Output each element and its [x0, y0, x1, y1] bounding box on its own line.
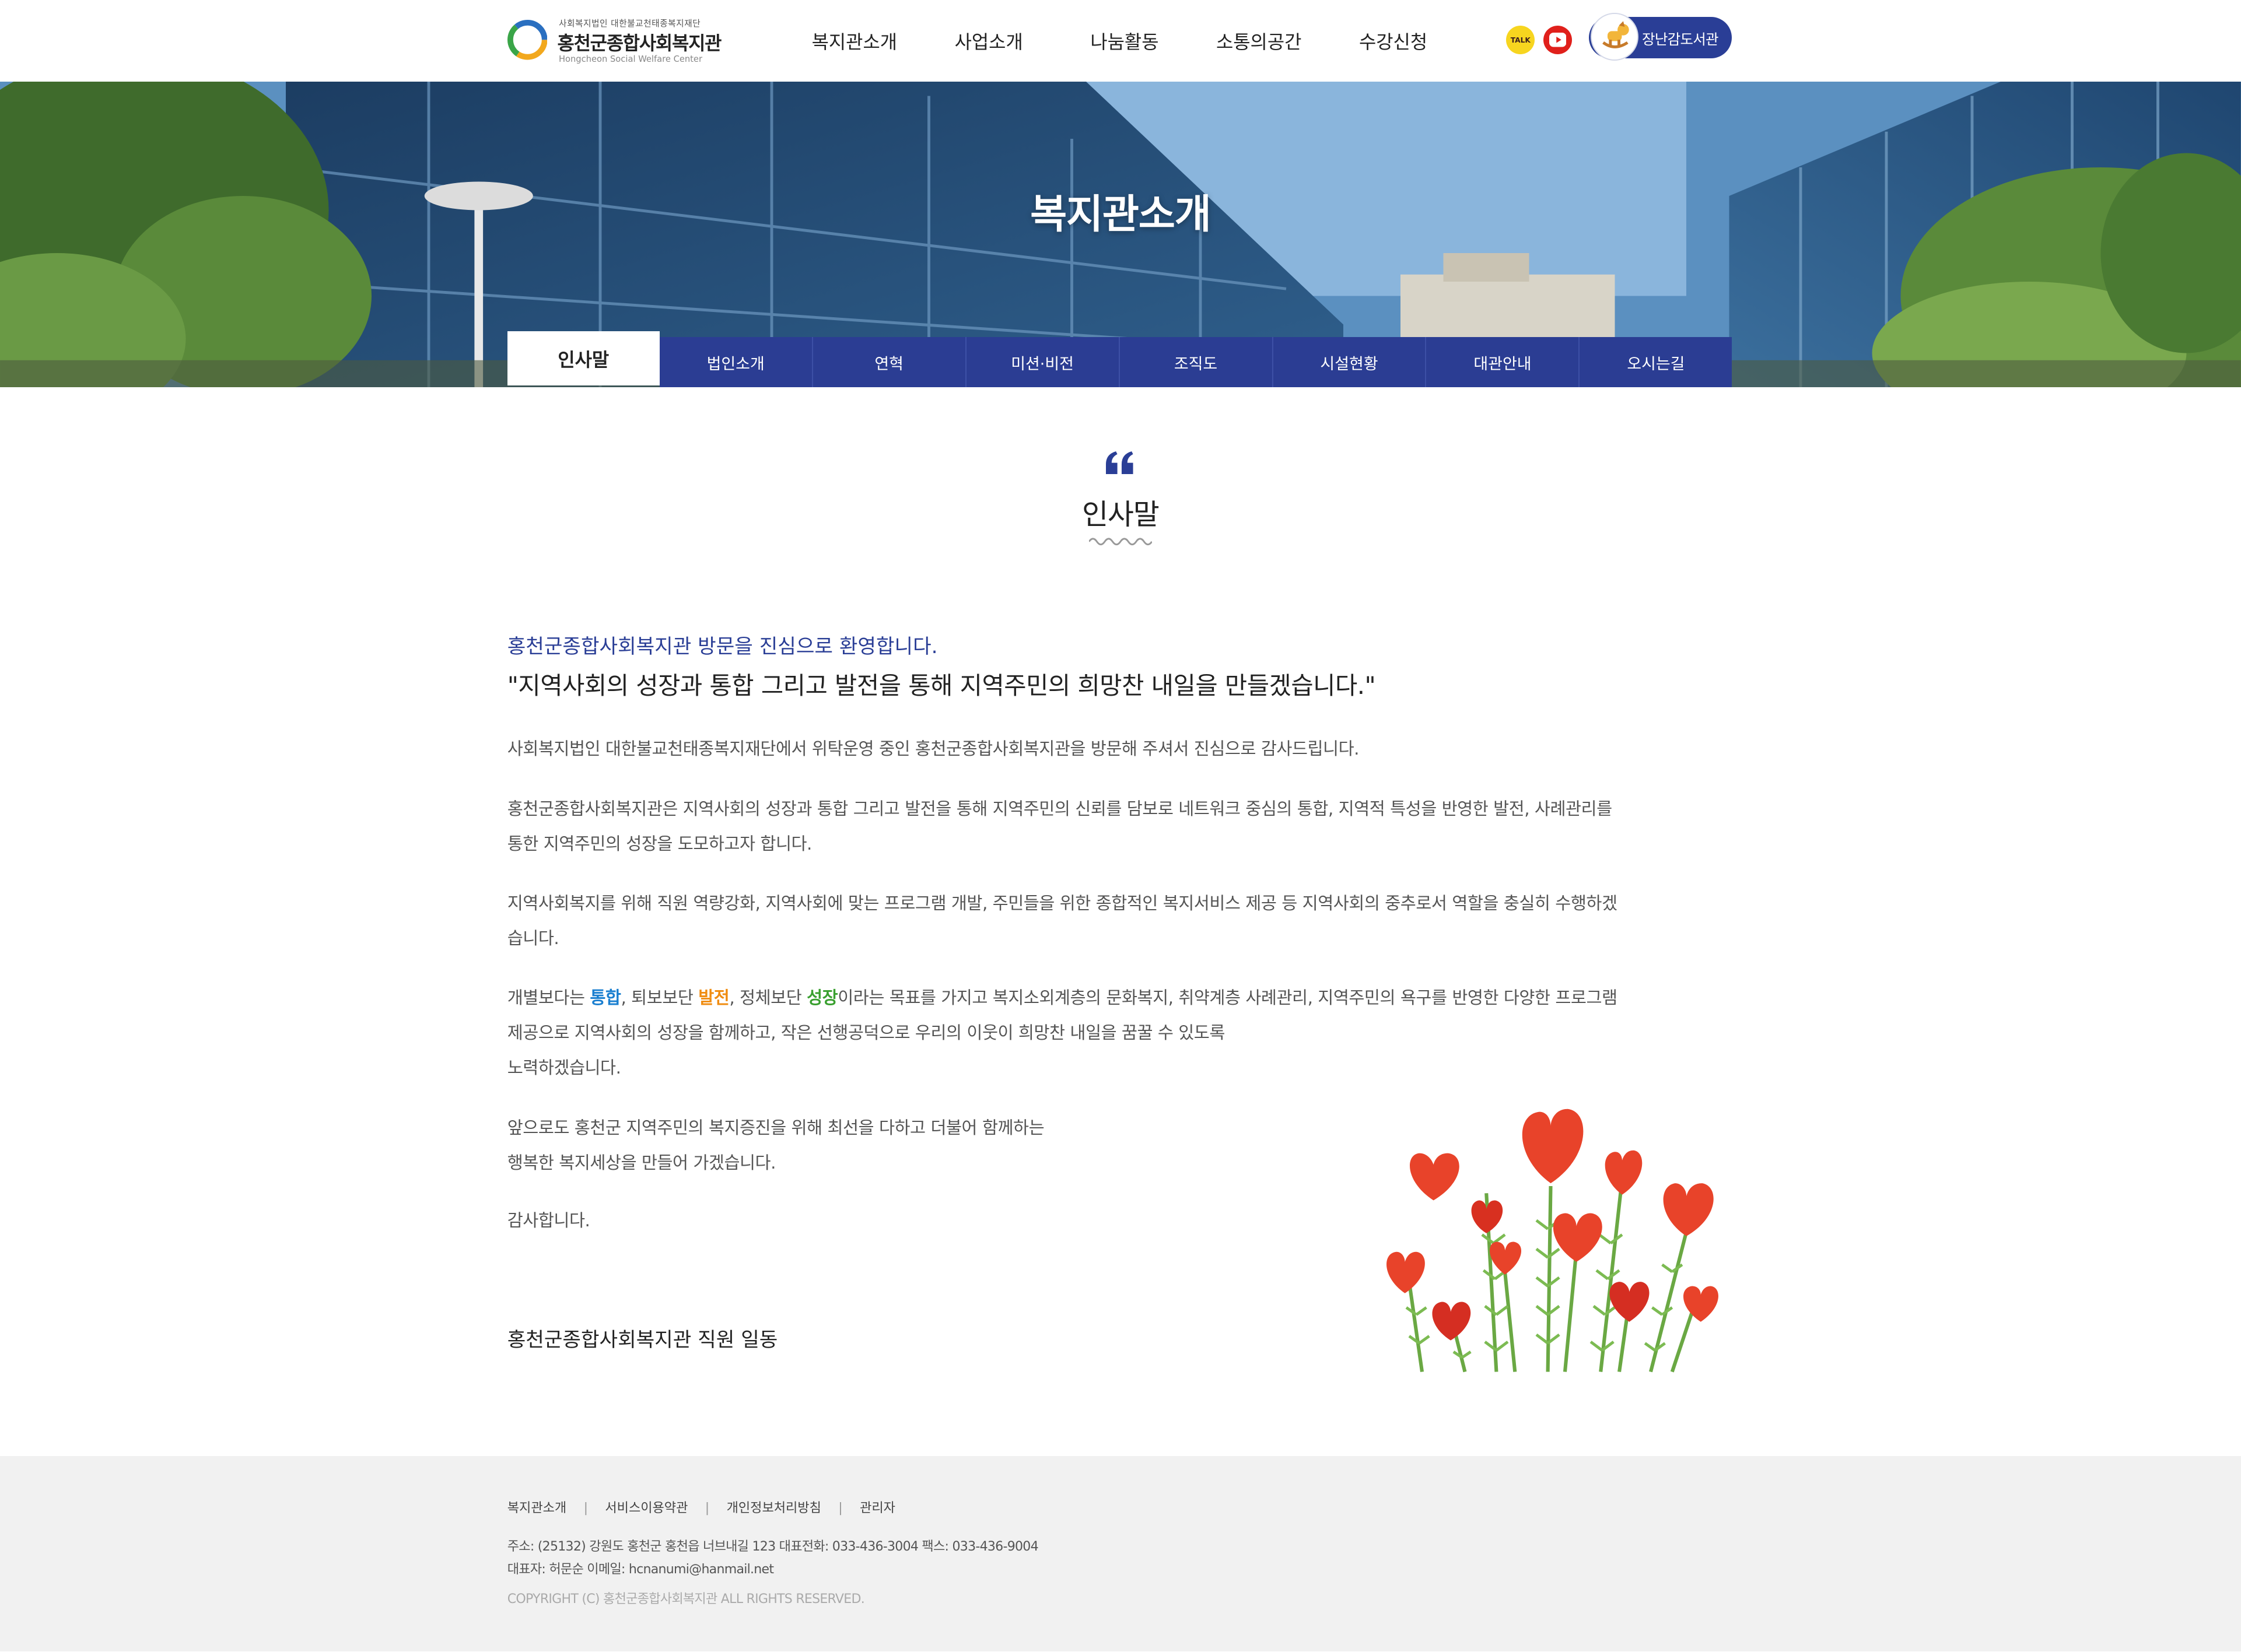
sub-navigation-tabs: 인사말 법인소개 연혁 미션·비전 조직도 시설현황 대관안내 오시는길	[507, 331, 1732, 387]
signature: 홍천군종합사회복지관 직원 일동	[507, 1328, 778, 1352]
nav-item-course-registration[interactable]: 수강신청	[1359, 27, 1427, 54]
paragraph-text: 사회복지법인 대한불교천태종복지재단에서 위탁운영 중인 홍천군종합사회복지관을…	[507, 739, 1360, 759]
paragraph-text: 이라는 목표를 가지고 복지소외계층의 문화복지, 취약계층 사례관리, 지역주…	[838, 987, 1617, 1008]
rocking-horse-icon	[1590, 13, 1639, 61]
nav-item-community[interactable]: 소통의공간	[1216, 27, 1301, 54]
footer-address: 주소: (25132) 강원도 홍천군 홍천읍 너브내길 123 대표전화: 0…	[507, 1539, 1039, 1554]
tab-rental[interactable]: 대관안내	[1426, 337, 1580, 387]
footer-link-privacy[interactable]: 개인정보처리방침	[727, 1501, 821, 1516]
tab-organization[interactable]: 조직도	[1119, 337, 1273, 387]
youtube-play-icon	[1549, 33, 1567, 47]
slogan-heading: "지역사회의 성장과 통합 그리고 발전을 통해 지역주민의 희망찬 내일을 만…	[507, 671, 1376, 700]
youtube-icon[interactable]	[1543, 26, 1572, 55]
footer-link-admin[interactable]: 관리자	[860, 1501, 895, 1516]
site-header: 사회복지법인 대한불교천태종복지재단 홍천군종합사회복지관 Hongcheon …	[0, 0, 2241, 82]
kakao-talk-label: TALK	[1510, 36, 1531, 44]
paragraph-text: 감사합니다.	[507, 1210, 590, 1230]
paragraph-text: 지역사회복지를 위해 직원 역량강화, 지역사회에 맞는 프로그램 개발, 주민…	[507, 893, 1617, 913]
section-title: 인사말	[1082, 497, 1160, 531]
paragraph-text: 제공으로 지역사회의 성장을 함께하고, 작은 선행공덕으로 우리의 이웃이 희…	[507, 1022, 1225, 1043]
greeting-paragraph-4: 개별보다는 통합, 퇴보보단 발전, 정체보단 성장이라는 목표를 가지고 복지…	[507, 980, 1736, 1085]
tab-facilities[interactable]: 시설현황	[1273, 337, 1427, 387]
toy-library-button[interactable]: 장난감도서관	[1589, 13, 1732, 61]
footer-representative: 대표자: 허문순 이메일: hcnanumi@hanmail.net	[507, 1562, 774, 1577]
tab-directions[interactable]: 오시는길	[1580, 337, 1732, 387]
highlight-growth: 성장	[807, 987, 838, 1008]
logo-subtitle: 사회복지법인 대한불교천태종복지재단	[558, 19, 701, 29]
paragraph-text: , 정체보단	[729, 987, 807, 1008]
greeting-paragraph-2: 홍천군종합사회복지관은 지역사회의 성장과 통합 그리고 발전을 통해 지역주민…	[507, 791, 1736, 861]
nav-item-business[interactable]: 사업소개	[955, 27, 1023, 54]
tab-greeting[interactable]: 인사말	[507, 331, 660, 386]
paragraph-text: 앞으로도 홍천군 지역주민의 복지증진을 위해 최선을 다하고 더불어 함께하는	[507, 1117, 1045, 1138]
greeting-paragraph-3: 지역사회복지를 위해 직원 역량강화, 지역사회에 맞는 프로그램 개발, 주민…	[507, 886, 1736, 956]
footer-links: 복지관소개 | 서비스이용약관 | 개인정보처리방침 | 관리자	[507, 1500, 895, 1516]
footer-link-terms[interactable]: 서비스이용약관	[605, 1501, 688, 1516]
tab-mission-vision[interactable]: 미션·비전	[966, 337, 1120, 387]
paragraph-text: 개별보다는	[507, 987, 590, 1008]
site-footer: 복지관소개 | 서비스이용약관 | 개인정보처리방침 | 관리자 주소: (25132) 강…	[0, 1455, 2241, 1652]
site-logo[interactable]: 사회복지법인 대한불교천태종복지재단 홍천군종합사회복지관 Hongcheon …	[507, 16, 736, 67]
paragraph-text: , 퇴보보단	[621, 987, 699, 1008]
greeting-paragraph-1: 사회복지법인 대한불교천태종복지재단에서 위탁운영 중인 홍천군종합사회복지관을…	[507, 731, 1736, 766]
highlight-integration: 통합	[590, 987, 621, 1008]
kakao-talk-icon[interactable]: TALK	[1506, 26, 1535, 55]
toy-library-label: 장난감도서관	[1642, 30, 1719, 48]
nav-item-about[interactable]: 복지관소개	[812, 27, 897, 54]
footer-copyright: COPYRIGHT (C) 홍천군종합사회복지관 ALL RIGHTS RESE…	[507, 1592, 865, 1607]
nav-item-sharing[interactable]: 나눔활동	[1090, 27, 1158, 54]
logo-mark-icon	[507, 20, 548, 60]
banner-title: 복지관소개	[1030, 191, 1211, 238]
footer-link-about[interactable]: 복지관소개	[507, 1501, 566, 1516]
paragraph-text: 홍천군종합사회복지관은 지역사회의 성장과 통합 그리고 발전을 통해 지역주민…	[507, 799, 1612, 819]
heart-flowers-illustration	[1386, 1109, 1718, 1372]
tab-history[interactable]: 연혁	[813, 337, 967, 387]
logo-english-name: Hongcheon Social Welfare Center	[558, 54, 703, 65]
paragraph-text: 노력하겠습니다.	[507, 1057, 621, 1078]
highlight-development: 발전	[698, 987, 730, 1008]
paragraph-text: 행복한 복지세상을 만들어 가겠습니다.	[507, 1152, 776, 1173]
quote-icon	[1106, 451, 1133, 475]
logo-title: 홍천군종합사회복지관	[557, 31, 722, 54]
paragraph-text: 습니다.	[507, 928, 559, 949]
paragraph-text: 통한 지역주민의 성장을 도모하고자 합니다.	[507, 834, 813, 854]
welcome-heading: 홍천군종합사회복지관 방문을 진심으로 환영합니다.	[507, 635, 938, 659]
wave-divider	[1088, 538, 1152, 545]
tab-foundation[interactable]: 법인소개	[659, 337, 813, 387]
